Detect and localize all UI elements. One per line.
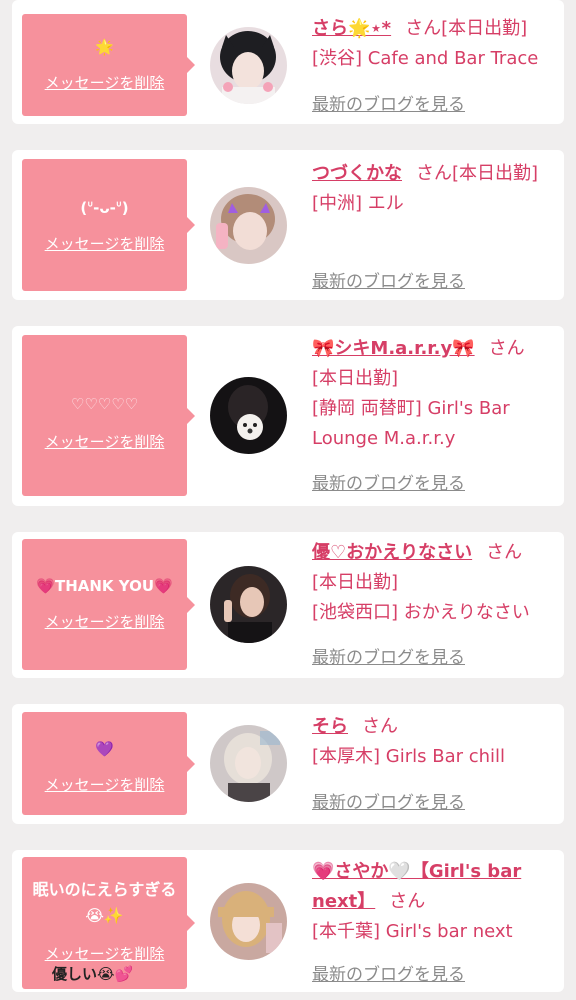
cast-info: 🎀シキM.a.r.r.y🎀 さん [本日出勤] [静岡 両替町] Girl's B… <box>312 334 552 454</box>
avatar[interactable] <box>210 187 287 264</box>
delete-message-link[interactable]: メッセージを削除 <box>22 72 187 93</box>
delete-message-link[interactable]: メッセージを削除 <box>22 774 187 795</box>
status-label: [本日出勤] <box>441 18 528 39</box>
cast-info: さら🌟⋆* さん[本日出勤] [渋谷] Cafe and Bar Trace <box>312 14 552 74</box>
message-text: 🌟 <box>95 38 114 56</box>
shop-label: [中洲] エル <box>312 193 404 214</box>
delete-message-link[interactable]: メッセージを削除 <box>22 611 187 632</box>
latest-blog-link[interactable]: 最新のブログを見る <box>312 90 465 115</box>
cast-info: つづくかな さん[本日出勤] [中洲] エル <box>312 159 552 219</box>
message-card: 🌟 メッセージを削除 さら🌟⋆* さん[本日出勤] [渋谷] Cafe and B… <box>12 0 564 124</box>
message-card: ♡♡♡♡♡ メッセージを削除 🎀シキM.a.r.r.y🎀 さん [本日出勤] [静… <box>12 326 564 506</box>
message-card: 💜 メッセージを削除 そら さん [本厚木] Girls Bar chill 最新… <box>12 704 564 824</box>
shop-label: [本千葉] Girl's bar next <box>312 921 513 942</box>
message-bubble: (ᐡ-ᴗ-ᐡ) メッセージを削除 <box>22 159 195 291</box>
cast-name-link[interactable]: さら🌟⋆* <box>312 18 391 39</box>
cast-name-link[interactable]: 🎀シキM.a.r.r.y🎀 <box>312 338 475 359</box>
delete-message-link[interactable]: メッセージを削除 <box>22 431 187 452</box>
avatar[interactable] <box>210 725 287 802</box>
avatar[interactable] <box>210 566 287 643</box>
delete-message-link[interactable]: メッセージを削除 <box>22 943 187 964</box>
avatar[interactable] <box>210 883 287 960</box>
cast-name-link[interactable]: 優♡おかえりなさい <box>312 542 472 563</box>
cast-name-link[interactable]: そら <box>312 716 348 737</box>
latest-blog-link[interactable]: 最新のブログを見る <box>312 643 465 668</box>
message-text: 眠いのにえらすぎる😭✨ <box>32 880 177 925</box>
status-label: [本日出勤] <box>452 163 539 184</box>
avatar[interactable] <box>210 377 287 454</box>
message-card: 眠いのにえらすぎる😭✨ メッセージを削除 優しい😭💕 💗さやか🤍【Girl's … <box>12 850 564 992</box>
san-label: さん <box>362 716 398 737</box>
message-text: ♡♡♡♡♡ <box>70 395 139 413</box>
status-label: [本日出勤] <box>312 572 399 593</box>
message-bubble: 眠いのにえらすぎる😭✨ メッセージを削除 優しい😭💕 <box>22 857 195 989</box>
shop-label: [渋谷] Cafe and Bar Trace <box>312 48 539 69</box>
delete-message-link[interactable]: メッセージを削除 <box>22 233 187 254</box>
cast-name-link[interactable]: つづくかな <box>312 163 402 184</box>
avatar[interactable] <box>210 27 287 104</box>
shop-label: [本厚木] Girls Bar chill <box>312 746 506 767</box>
message-card: (ᐡ-ᴗ-ᐡ) メッセージを削除 つづくかな さん[本日出勤] [中洲] エル 最… <box>12 150 564 300</box>
message-bubble: 💜 メッセージを削除 <box>22 712 195 815</box>
latest-blog-link[interactable]: 最新のブログを見る <box>312 788 465 813</box>
shop-label: [静岡 両替町] Girl's Bar Lounge M.a.r.r.y <box>312 398 510 449</box>
shop-label: [池袋西口] おかえりなさい <box>312 602 530 623</box>
san-label: さん <box>405 18 442 39</box>
status-label: [本日出勤] <box>312 368 399 389</box>
cast-info: 優♡おかえりなさい さん [本日出勤] [池袋西口] おかえりなさい <box>312 538 552 628</box>
cast-info: そら さん [本厚木] Girls Bar chill <box>312 712 552 772</box>
message-bubble: 💗THANK YOU💗 メッセージを削除 <box>22 539 195 670</box>
san-label: さん <box>486 542 523 563</box>
message-text: (ᐡ-ᴗ-ᐡ) <box>80 199 129 217</box>
message-text: 💜 <box>95 740 114 758</box>
message-extra-text: 優しい😭💕 <box>52 965 134 983</box>
latest-blog-link[interactable]: 最新のブログを見る <box>312 469 465 494</box>
san-label: さん <box>416 163 452 184</box>
cast-info: 💗さやか🤍【Girl's bar next】 さん [本千葉] Girl's ba… <box>312 857 552 947</box>
san-label: さん <box>389 891 426 912</box>
message-bubble: 🌟 メッセージを削除 <box>22 14 195 116</box>
message-bubble: ♡♡♡♡♡ メッセージを削除 <box>22 335 195 496</box>
message-text: 💗THANK YOU💗 <box>36 577 173 595</box>
latest-blog-link[interactable]: 最新のブログを見る <box>312 267 465 292</box>
san-label: さん <box>488 338 525 359</box>
latest-blog-link[interactable]: 最新のブログを見る <box>312 960 465 985</box>
message-card: 💗THANK YOU💗 メッセージを削除 優♡おかえりなさい さん [本日出勤] … <box>12 532 564 678</box>
